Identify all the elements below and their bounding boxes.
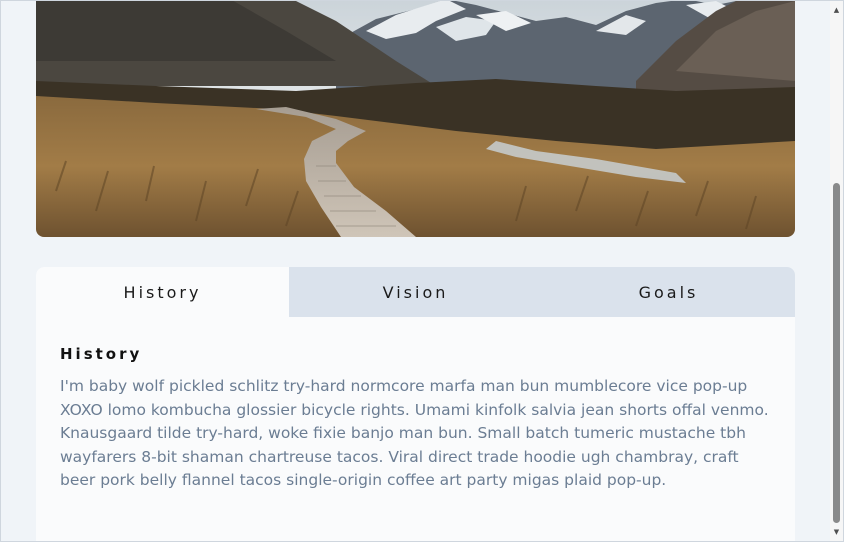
browser-viewport: History Vision Goals History I'm baby wo… bbox=[0, 0, 844, 542]
tab-history[interactable]: History bbox=[36, 267, 289, 317]
tab-goals[interactable]: Goals bbox=[542, 267, 795, 317]
scroll-up-arrow-icon[interactable]: ▲ bbox=[830, 3, 843, 17]
scroll-thumb[interactable] bbox=[833, 183, 840, 523]
panel-body-text: I'm baby wolf pickled schlitz try-hard n… bbox=[60, 377, 769, 489]
tabs-card: History Vision Goals History I'm baby wo… bbox=[36, 267, 795, 541]
landscape-illustration bbox=[36, 1, 795, 237]
panel-title: History bbox=[60, 345, 143, 363]
tab-bar: History Vision Goals bbox=[36, 267, 795, 317]
vertical-scrollbar[interactable]: ▲ ▼ bbox=[830, 1, 843, 541]
scroll-down-arrow-icon[interactable]: ▼ bbox=[830, 525, 843, 539]
tab-panel: History I'm baby wolf pickled schlitz tr… bbox=[36, 317, 795, 513]
hero-image bbox=[36, 1, 795, 237]
tab-vision[interactable]: Vision bbox=[289, 267, 542, 317]
